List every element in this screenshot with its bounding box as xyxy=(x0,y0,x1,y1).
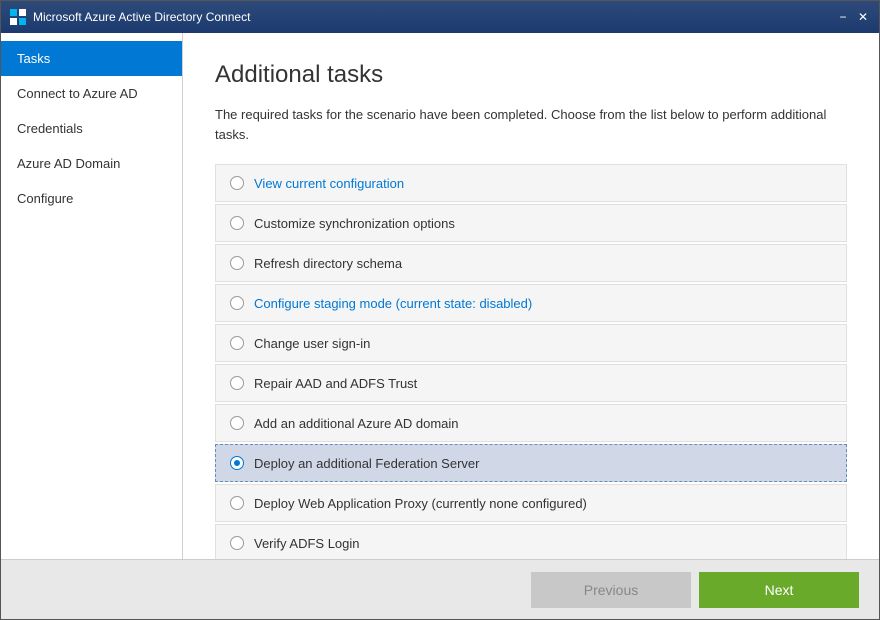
task-label-view-config: View current configuration xyxy=(254,176,404,191)
sidebar-item-configure[interactable]: Configure xyxy=(1,181,182,216)
main-area: TasksConnect to Azure ADCredentialsAzure… xyxy=(1,33,879,559)
task-label-deploy-proxy: Deploy Web Application Proxy (currently … xyxy=(254,496,587,511)
next-button[interactable]: Next xyxy=(699,572,859,608)
task-item-repair-aad[interactable]: Repair AAD and ADFS Trust xyxy=(215,364,847,402)
radio-change-signin xyxy=(230,336,244,350)
task-label-customize-sync: Customize synchronization options xyxy=(254,216,455,231)
task-item-staging-mode[interactable]: Configure staging mode (current state: d… xyxy=(215,284,847,322)
sidebar-item-tasks[interactable]: Tasks xyxy=(1,41,182,76)
task-item-customize-sync[interactable]: Customize synchronization options xyxy=(215,204,847,242)
task-item-refresh-schema[interactable]: Refresh directory schema xyxy=(215,244,847,282)
page-title: Additional tasks xyxy=(215,61,847,89)
task-item-change-signin[interactable]: Change user sign-in xyxy=(215,324,847,362)
task-label-repair-aad: Repair AAD and ADFS Trust xyxy=(254,376,417,391)
task-label-staging-mode: Configure staging mode (current state: d… xyxy=(254,296,532,311)
task-label-add-azure-domain: Add an additional Azure AD domain xyxy=(254,416,459,431)
minimize-button[interactable]: − xyxy=(835,9,851,25)
sidebar-item-connect[interactable]: Connect to Azure AD xyxy=(1,76,182,111)
task-item-view-config[interactable]: View current configuration xyxy=(215,164,847,202)
title-bar-controls: − ✕ xyxy=(835,9,871,25)
radio-view-config xyxy=(230,176,244,190)
main-window: Microsoft Azure Active Directory Connect… xyxy=(0,0,880,620)
radio-repair-aad xyxy=(230,376,244,390)
sidebar: TasksConnect to Azure ADCredentialsAzure… xyxy=(1,33,183,559)
task-item-verify-adfs[interactable]: Verify ADFS Login xyxy=(215,524,847,559)
radio-deploy-federation xyxy=(230,456,244,470)
radio-customize-sync xyxy=(230,216,244,230)
page-description: The required tasks for the scenario have… xyxy=(215,105,847,144)
app-icon xyxy=(9,8,27,26)
task-label-deploy-federation: Deploy an additional Federation Server xyxy=(254,456,479,471)
task-list: View current configuration Customize sync… xyxy=(215,164,847,559)
task-item-deploy-proxy[interactable]: Deploy Web Application Proxy (currently … xyxy=(215,484,847,522)
title-bar: Microsoft Azure Active Directory Connect… xyxy=(1,1,879,33)
radio-refresh-schema xyxy=(230,256,244,270)
sidebar-item-credentials[interactable]: Credentials xyxy=(1,111,182,146)
previous-button[interactable]: Previous xyxy=(531,572,691,608)
content-area: Additional tasks The required tasks for … xyxy=(183,33,879,559)
radio-add-azure-domain xyxy=(230,416,244,430)
sidebar-item-domain[interactable]: Azure AD Domain xyxy=(1,146,182,181)
footer: Previous Next xyxy=(1,559,879,619)
task-item-add-azure-domain[interactable]: Add an additional Azure AD domain xyxy=(215,404,847,442)
radio-deploy-proxy xyxy=(230,496,244,510)
radio-staging-mode xyxy=(230,296,244,310)
task-label-refresh-schema: Refresh directory schema xyxy=(254,256,402,271)
close-button[interactable]: ✕ xyxy=(855,9,871,25)
task-label-verify-adfs: Verify ADFS Login xyxy=(254,536,360,551)
task-item-deploy-federation[interactable]: Deploy an additional Federation Server xyxy=(215,444,847,482)
radio-verify-adfs xyxy=(230,536,244,550)
task-label-change-signin: Change user sign-in xyxy=(254,336,370,351)
title-bar-label: Microsoft Azure Active Directory Connect xyxy=(33,10,835,24)
